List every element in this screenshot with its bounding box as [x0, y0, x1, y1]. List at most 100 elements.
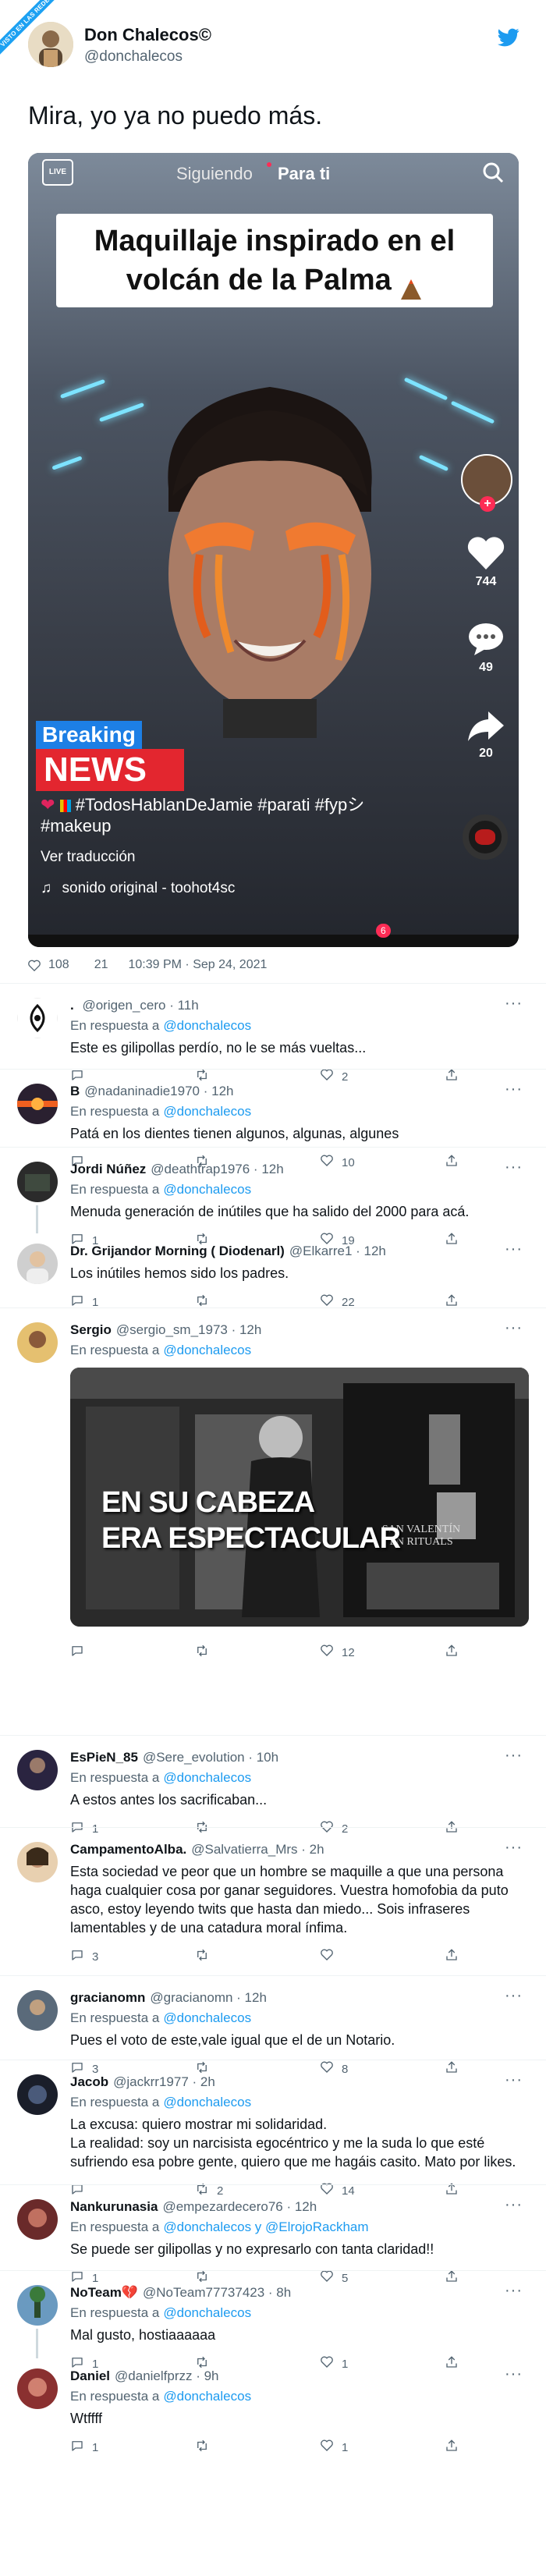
- like-action[interactable]: 12: [320, 1644, 355, 1661]
- music-disc-icon[interactable]: [463, 814, 508, 860]
- reply-author-name[interactable]: .: [70, 998, 77, 1013]
- embedded-video[interactable]: LIVE Siguiendo Para ti Maquillaje inspir…: [28, 153, 519, 947]
- sound-line[interactable]: ♫ sonido original - toohot4sc: [41, 880, 235, 897]
- reply-avatar[interactable]: [17, 1322, 58, 1363]
- like-action[interactable]: [320, 1948, 342, 1965]
- more-options-icon[interactable]: ···: [505, 1987, 523, 2005]
- reply-tweet[interactable]: NoTeam💔 @NoTeam77737423 · 8h ··· En respues…: [0, 2270, 546, 2371]
- mention-link[interactable]: @donchalecos: [163, 2305, 251, 2320]
- reply-avatar[interactable]: [17, 2074, 58, 2115]
- more-options-icon[interactable]: ···: [505, 1747, 523, 1765]
- more-options-icon[interactable]: ···: [505, 2196, 523, 2214]
- reply-author-name[interactable]: gracianomn: [70, 1990, 145, 2005]
- reply-handle-time[interactable]: @gracianomn · 12h: [150, 1990, 267, 2005]
- translate-link[interactable]: Ver traducción: [41, 849, 135, 866]
- reply-author-name[interactable]: Sergio: [70, 1322, 112, 1337]
- reply-handle-time[interactable]: @Sere_evolution · 10h: [143, 1750, 278, 1765]
- reply-tweet[interactable]: . @origen_cero · 11h ··· En respuesta a @do…: [0, 983, 546, 1084]
- reply-action[interactable]: [70, 1644, 92, 1661]
- reply-tweet[interactable]: gracianomn @gracianomn · 12h ··· En respues…: [0, 1975, 546, 2076]
- author-handle[interactable]: @donchalecos: [84, 48, 183, 66]
- video-hashtags-line2[interactable]: #makeup: [41, 816, 112, 836]
- reply-handle-time[interactable]: @origen_cero · 11h: [82, 998, 198, 1013]
- reply-author-name[interactable]: B: [70, 1084, 80, 1098]
- mention-link[interactable]: @donchalecos: [163, 1018, 251, 1033]
- reply-tweet[interactable]: EsPieN_85 @Sere_evolution · 10h ··· En resp…: [0, 1735, 546, 1836]
- reply-handle-time[interactable]: @sergio_sm_1973 · 12h: [116, 1322, 261, 1337]
- reply-tweet[interactable]: Jacob @jackrr1977 · 2h ··· En respuesta a @d…: [0, 2060, 546, 2198]
- retweet-action[interactable]: [195, 1644, 217, 1661]
- share-action[interactable]: [445, 1644, 459, 1661]
- reply-avatar[interactable]: [17, 2285, 58, 2326]
- reply-tweet[interactable]: Daniel @danielfprzz · 9h ··· En respuesta a…: [0, 2354, 546, 2454]
- mention-link[interactable]: @donchalecos y @ElrojoRackham: [163, 2219, 368, 2234]
- reply-tweet[interactable]: Jordi Núñez @deathtrap1976 · 12h ··· En res…: [0, 1147, 546, 1247]
- mention-link[interactable]: @donchalecos: [163, 2389, 251, 2404]
- reply-handle-time[interactable]: @jackrr1977 · 2h: [113, 2074, 215, 2089]
- reply-avatar[interactable]: [17, 1244, 58, 1284]
- more-options-icon[interactable]: ···: [505, 2071, 523, 2089]
- more-options-icon[interactable]: ···: [505, 1080, 523, 1098]
- reply-avatar[interactable]: [17, 1990, 58, 2031]
- hashtags-text[interactable]: #TodosHablanDeJamie #parati #fypシ: [76, 795, 365, 814]
- mention-link[interactable]: @donchalecos: [163, 1182, 251, 1197]
- reply-author-name[interactable]: Dr. Grijandor Morning ( Diodenarl): [70, 1244, 285, 1258]
- share-action[interactable]: [445, 1948, 459, 1965]
- reply-tweet[interactable]: CampamentoAlba. @Salvatierra_Mrs · 2h ··· E…: [0, 1827, 546, 1976]
- reply-author-name[interactable]: Jordi Núñez: [70, 1162, 146, 1176]
- more-options-icon[interactable]: ···: [505, 1319, 523, 1337]
- tab-for-you[interactable]: Para ti: [278, 164, 330, 184]
- reply-handle-time[interactable]: @NoTeam77737423 · 8h: [143, 2285, 291, 2300]
- more-options-icon[interactable]: ···: [505, 1158, 523, 1176]
- more-options-icon[interactable]: ···: [505, 2365, 523, 2383]
- mention-link[interactable]: @donchalecos: [163, 1770, 251, 1785]
- more-options-icon[interactable]: ···: [505, 995, 523, 1013]
- share-action[interactable]: [445, 2439, 459, 2456]
- follow-plus-icon[interactable]: +: [480, 496, 495, 512]
- reply-tweet[interactable]: Dr. Grijandor Morning ( Diodenarl) @Elkar…: [0, 1229, 546, 1309]
- creator-avatar[interactable]: +: [461, 454, 512, 512]
- reply-avatar[interactable]: [17, 1162, 58, 1202]
- heart-icon[interactable]: [466, 535, 505, 571]
- mention-link[interactable]: @donchalecos: [163, 1104, 251, 1119]
- reply-action[interactable]: 3: [70, 1948, 98, 1965]
- like-action[interactable]: 1: [320, 2439, 348, 2456]
- reply-author-name[interactable]: Nankurunasia: [70, 2199, 158, 2214]
- mention-link[interactable]: @donchalecos: [163, 2095, 251, 2109]
- reply-tweet[interactable]: B @nadaninadie1970 · 12h ··· En respuesta a…: [0, 1069, 546, 1169]
- reply-handle-time[interactable]: @empezardecero76 · 12h: [162, 2199, 317, 2214]
- more-options-icon[interactable]: ···: [505, 1839, 523, 1857]
- reply-handle-time[interactable]: @deathtrap1976 · 12h: [151, 1162, 283, 1176]
- retweet-action[interactable]: [195, 2439, 217, 2456]
- reply-avatar[interactable]: [17, 1842, 58, 1882]
- reply-action[interactable]: 1: [70, 2439, 98, 2456]
- reply-tweet[interactable]: Nankurunasia @empezardecero76 · 12h ··· En …: [0, 2184, 546, 2285]
- twitter-bird-icon[interactable]: [498, 28, 519, 47]
- author-avatar[interactable]: [28, 22, 73, 67]
- mention-link[interactable]: @donchalecos: [163, 1343, 251, 1357]
- search-icon[interactable]: [481, 161, 505, 184]
- reply-media-image[interactable]: SAN VALENTÍN EN RITUALS EN SU CABEZA ERA ES…: [70, 1368, 529, 1627]
- live-icon[interactable]: LIVE: [42, 159, 73, 186]
- reply-author-name[interactable]: NoTeam: [70, 2285, 122, 2300]
- reply-author-name[interactable]: CampamentoAlba.: [70, 1842, 186, 1857]
- reply-handle-time[interactable]: @danielfprzz · 9h: [115, 2368, 219, 2383]
- reply-handle-time[interactable]: @Salvatierra_Mrs · 2h: [191, 1842, 324, 1857]
- more-options-icon[interactable]: ···: [505, 1240, 523, 1258]
- reply-author-name[interactable]: EsPieN_85: [70, 1750, 138, 1765]
- tab-following[interactable]: Siguiendo: [176, 164, 253, 184]
- reply-handle-time[interactable]: @nadaninadie1970 · 12h: [84, 1084, 233, 1098]
- more-options-icon[interactable]: ···: [505, 2282, 523, 2300]
- retweet-action[interactable]: [195, 1948, 217, 1965]
- like-heart-icon[interactable]: [28, 960, 41, 971]
- reply-avatar[interactable]: [17, 2368, 58, 2409]
- share-arrow-icon[interactable]: [466, 708, 505, 743]
- reply-author-name[interactable]: Daniel: [70, 2368, 110, 2383]
- comment-bubble-icon[interactable]: [466, 621, 505, 657]
- reply-avatar[interactable]: [17, 998, 58, 1038]
- reply-avatar[interactable]: [17, 2199, 58, 2240]
- reply-handle-time[interactable]: @Elkarre1 · 12h: [289, 1244, 386, 1258]
- reply-avatar[interactable]: [17, 1750, 58, 1790]
- reply-author-name[interactable]: Jacob: [70, 2074, 108, 2089]
- reply-tweet[interactable]: Sergio @sergio_sm_1973 · 12h ··· En respues…: [0, 1308, 546, 1736]
